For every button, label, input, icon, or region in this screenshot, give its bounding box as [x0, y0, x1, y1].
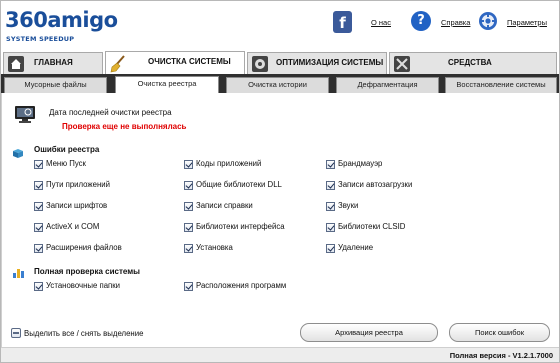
subtab-defragmentation[interactable]: Дефрагментация — [336, 77, 439, 93]
checkbox[interactable] — [34, 160, 43, 169]
tab-tools[interactable]: СРЕДСТВА — [389, 52, 557, 74]
checkbox-label[interactable]: Библиотеки CLSID — [338, 222, 405, 231]
checkbox-label[interactable]: Установочные папки — [46, 281, 120, 290]
tab-system-cleaning[interactable]: ОЧИСТКА СИСТЕМЫ — [105, 51, 245, 75]
last-clean-value: Проверка еще не выполнялась — [62, 122, 187, 131]
checkbox[interactable] — [326, 181, 335, 190]
status-bar: Полная версия - V1.2.1.7000 — [1, 347, 559, 362]
checkbox[interactable] — [326, 202, 335, 211]
checkbox-label[interactable]: Удаление — [338, 243, 373, 252]
subtab-history-cleaning[interactable]: Очистка истории — [226, 77, 329, 93]
header: 360amigo SYSTEM SPEEDUP f О нас ? Справк… — [1, 1, 559, 51]
app-window: 360amigo SYSTEM SPEEDUP f О нас ? Справк… — [0, 0, 560, 363]
checkbox[interactable] — [34, 282, 43, 291]
bar-chart-icon — [13, 269, 24, 278]
broom-icon — [110, 55, 125, 73]
checkbox[interactable] — [34, 202, 43, 211]
about-link[interactable]: О нас — [371, 18, 391, 27]
archive-registry-button[interactable]: Архивация реестра — [300, 323, 438, 342]
sub-tab-bar: Мусорные файлы Очистка реестра Очистка и… — [1, 74, 559, 93]
subtab-junk-files[interactable]: Мусорные файлы — [4, 77, 107, 93]
checkbox-label[interactable]: Общие библиотеки DLL — [196, 180, 282, 189]
monitor-icon — [15, 106, 35, 123]
version-label: Полная версия - V1.2.1.7000 — [449, 351, 553, 360]
subtab-registry-cleaning[interactable]: Очистка реестра — [115, 76, 219, 93]
checkbox-label[interactable]: Библиотеки интерфейса — [196, 222, 285, 231]
checkbox[interactable] — [184, 202, 193, 211]
checkbox[interactable] — [34, 244, 43, 253]
checkbox[interactable] — [326, 223, 335, 232]
registry-cleaning-panel: Дата последней очистки реестра Проверка … — [1, 93, 559, 347]
home-icon — [8, 56, 24, 72]
main-tab-bar: ГЛАВНАЯ ОЧИСТКА СИСТЕМЫ ОПТИМИЗАЦИЯ СИСТ… — [1, 51, 559, 75]
checkbox-label[interactable]: Коды приложений — [196, 159, 261, 168]
last-clean-label: Дата последней очистки реестра — [49, 108, 172, 117]
select-all-toggle-icon[interactable] — [11, 328, 21, 338]
app-logo: 360amigo SYSTEM SPEEDUP — [5, 8, 118, 43]
checkbox-label[interactable]: Расширения файлов — [46, 243, 122, 252]
checkbox-label[interactable]: Записи шрифтов — [46, 201, 107, 210]
subtab-system-restore[interactable]: Восстановление системы — [445, 77, 557, 93]
facebook-icon[interactable]: f — [333, 11, 352, 33]
search-errors-button[interactable]: Поиск ошибок — [449, 323, 550, 342]
tab-home[interactable]: ГЛАВНАЯ — [3, 52, 103, 74]
help-link[interactable]: Справка — [441, 18, 470, 27]
checkbox[interactable] — [184, 282, 193, 291]
checkbox-label[interactable]: Расположения программ — [196, 281, 286, 290]
checkbox-label[interactable]: Записи автозагрузки — [338, 180, 412, 189]
checkbox-label[interactable]: Записи справки — [196, 201, 253, 210]
checkbox[interactable] — [184, 160, 193, 169]
checkbox[interactable] — [326, 244, 335, 253]
checkbox[interactable] — [184, 223, 193, 232]
full-check-title: Полная проверка системы — [34, 267, 140, 276]
checkbox-label[interactable]: Звуки — [338, 201, 358, 210]
help-icon[interactable]: ? — [411, 11, 431, 31]
gear-icon — [252, 56, 268, 72]
checkbox[interactable] — [34, 223, 43, 232]
checkbox[interactable] — [184, 244, 193, 253]
checkbox[interactable] — [184, 181, 193, 190]
checkbox-label[interactable]: Установка — [196, 243, 233, 252]
checkbox-label[interactable]: Меню Пуск — [46, 159, 86, 168]
registry-errors-title: Ошибки реестра — [34, 145, 100, 154]
checkbox-label[interactable]: Пути приложений — [46, 180, 110, 189]
select-all-label[interactable]: Выделить все / снять выделение — [24, 329, 143, 338]
registry-cubes-icon — [13, 149, 23, 158]
checkbox-label[interactable]: Брандмауэр — [338, 159, 382, 168]
tools-icon — [394, 56, 410, 72]
checkbox[interactable] — [326, 160, 335, 169]
checkbox[interactable] — [34, 181, 43, 190]
gear-icon[interactable] — [478, 11, 498, 31]
tab-system-optimization[interactable]: ОПТИМИЗАЦИЯ СИСТЕМЫ — [247, 52, 387, 74]
settings-link[interactable]: Параметры — [507, 18, 547, 27]
checkbox-label[interactable]: ActiveX и COM — [46, 222, 99, 231]
